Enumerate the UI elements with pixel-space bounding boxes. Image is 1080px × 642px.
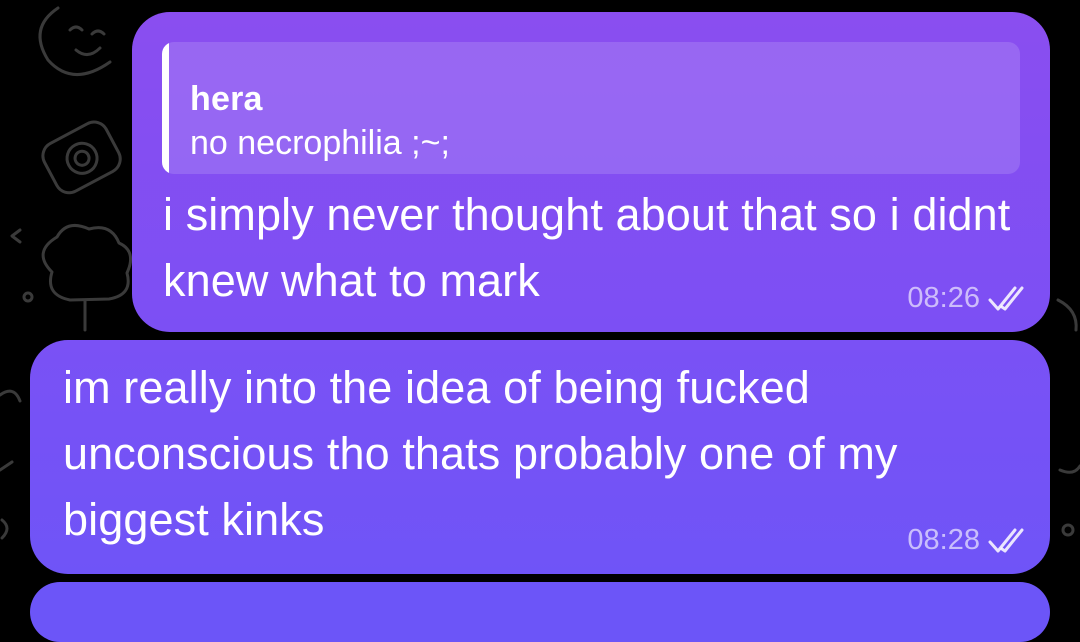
reply-sender-name: hera [190, 80, 263, 118]
outgoing-message-bubble[interactable]: im really into the idea of being fucked … [30, 340, 1050, 574]
reply-quote[interactable]: hera no necrophilia ;~; [162, 42, 1020, 174]
next-message-bubble-partial[interactable] [30, 582, 1050, 642]
double-check-icon [986, 528, 1028, 554]
reply-quoted-text: no necrophilia ;~; [190, 124, 450, 162]
smiley-doodle-icon [38, 6, 112, 76]
tree-doodle-icon [41, 223, 133, 302]
message-meta: 08:28 [907, 524, 1028, 557]
message-timestamp: 08:28 [907, 524, 980, 556]
message-text: i simply never thought about that so i d… [163, 189, 1011, 306]
message-timestamp: 08:26 [907, 282, 980, 314]
outgoing-message-bubble[interactable]: hera no necrophilia ;~; i simply never t… [132, 12, 1050, 332]
double-check-icon [986, 286, 1028, 312]
camera-doodle-icon [41, 120, 122, 195]
reply-quote-bar [162, 42, 169, 174]
message-meta: 08:26 [907, 282, 1028, 315]
message-text: im really into the idea of being fucked … [63, 362, 898, 545]
